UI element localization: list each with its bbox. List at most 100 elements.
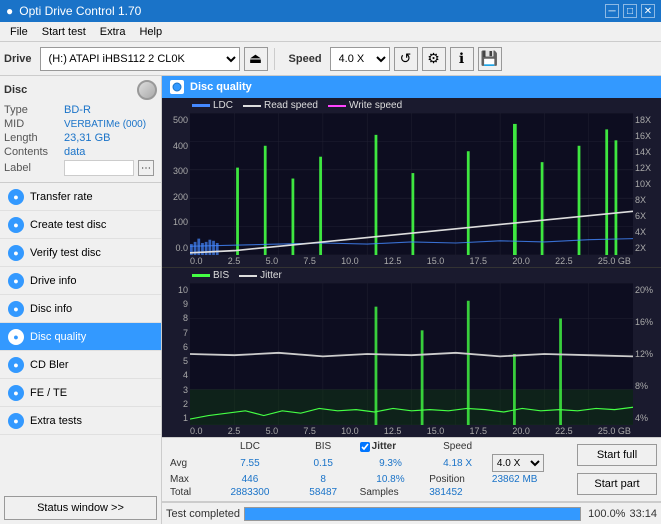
legend-ldc: LDC bbox=[192, 100, 233, 111]
menu-extra[interactable]: Extra bbox=[94, 25, 132, 39]
y2-2: 2 bbox=[164, 399, 188, 409]
drive-select[interactable]: (H:) ATAPI iHBS112 2 CL0K bbox=[40, 47, 240, 71]
position-value: 23862 MB bbox=[490, 473, 573, 486]
row-avg-ldc: 7.55 bbox=[209, 453, 290, 473]
disc-panel: Disc Type BD-R MID VERBATIMe (000) Lengt… bbox=[0, 76, 161, 183]
contents-field: Contents bbox=[4, 146, 60, 158]
y1r-12x: 12X bbox=[635, 163, 659, 173]
row-total-bis: 58487 bbox=[291, 486, 356, 499]
x1-25gb: 25.0 GB bbox=[598, 256, 631, 266]
samples-value: 381452 bbox=[425, 486, 573, 499]
menu-help[interactable]: Help bbox=[133, 25, 168, 39]
sidebar-label-extra-tests: Extra tests bbox=[30, 415, 82, 427]
speed-select-stat[interactable]: 4.0 X bbox=[492, 454, 544, 472]
y1r-2x: 2X bbox=[635, 243, 659, 253]
cd-bler-icon: ● bbox=[8, 357, 24, 373]
start-full-button[interactable]: Start full bbox=[577, 444, 657, 466]
legend-read-speed: Read speed bbox=[243, 100, 318, 111]
label-button[interactable]: ⋯ bbox=[138, 160, 154, 176]
sidebar-item-disc-quality[interactable]: ● Disc quality bbox=[0, 323, 161, 351]
eject-button[interactable]: ⏏ bbox=[244, 47, 268, 71]
col-speed-select bbox=[490, 440, 573, 453]
x1-15: 15.0 bbox=[427, 256, 445, 266]
y2-10: 10 bbox=[164, 285, 188, 295]
y2r-8: 8% bbox=[635, 381, 659, 391]
close-button[interactable]: ✕ bbox=[641, 4, 655, 18]
legend-jitter: Jitter bbox=[239, 270, 282, 281]
status-window-button[interactable]: Status window >> bbox=[4, 496, 157, 520]
x1-5: 5.0 bbox=[266, 256, 279, 266]
sidebar-item-transfer-rate[interactable]: ● Transfer rate bbox=[0, 183, 161, 211]
title-bar: ● Opti Drive Control 1.70 ─ □ ✕ bbox=[0, 0, 661, 22]
x1-22.5: 22.5 bbox=[555, 256, 573, 266]
menu-bar: File Start test Extra Help bbox=[0, 22, 661, 42]
type-value: BD-R bbox=[64, 104, 91, 116]
refresh-button[interactable]: ↺ bbox=[394, 47, 418, 71]
row-avg-speed: 4.18 X bbox=[425, 453, 490, 473]
app-title: Opti Drive Control 1.70 bbox=[19, 4, 141, 18]
legend-write-speed: Write speed bbox=[328, 100, 402, 111]
settings-button[interactable]: ⚙ bbox=[422, 47, 446, 71]
speed-select[interactable]: 4.0 X bbox=[330, 47, 390, 71]
main-content: Disc Type BD-R MID VERBATIMe (000) Lengt… bbox=[0, 76, 661, 524]
right-panel: Disc quality LDC Read speed bbox=[162, 76, 661, 524]
info-button[interactable]: ℹ bbox=[450, 47, 474, 71]
sidebar-label-fe-te: FE / TE bbox=[30, 387, 67, 399]
x2-17.5: 17.5 bbox=[470, 426, 488, 436]
contents-value: data bbox=[64, 146, 85, 158]
jitter-checkbox[interactable] bbox=[360, 442, 370, 452]
y1r-14x: 14X bbox=[635, 147, 659, 157]
row-max-label: Max bbox=[166, 473, 209, 486]
y2-8: 8 bbox=[164, 313, 188, 323]
stats-table: LDC BIS Jitter Speed bbox=[166, 440, 573, 499]
progress-percent: 100.0% bbox=[585, 508, 625, 520]
mid-field: MID bbox=[4, 118, 60, 130]
y1r-4x: 4X bbox=[635, 227, 659, 237]
row-max-jitter: 10.8% bbox=[356, 473, 426, 486]
x2-10: 10.0 bbox=[341, 426, 359, 436]
sidebar-label-cd-bler: CD Bler bbox=[30, 359, 69, 371]
y1-0: 0.0 bbox=[164, 243, 188, 253]
col-speed: Speed bbox=[425, 440, 490, 453]
y1r-10x: 10X bbox=[635, 179, 659, 189]
x2-25gb: 25.0 GB bbox=[598, 426, 631, 436]
y2-7: 7 bbox=[164, 328, 188, 338]
speed-select-cell[interactable]: 4.0 X bbox=[490, 453, 573, 473]
label-input[interactable] bbox=[64, 160, 134, 176]
app-icon: ● bbox=[6, 4, 13, 18]
sidebar-item-create-test-disc[interactable]: ● Create test disc bbox=[0, 211, 161, 239]
y1-200: 200 bbox=[164, 192, 188, 202]
row-avg-label: Avg bbox=[166, 453, 209, 473]
y1-300: 300 bbox=[164, 166, 188, 176]
separator bbox=[274, 48, 275, 70]
save-button[interactable]: 💾 bbox=[478, 47, 502, 71]
minimize-button[interactable]: ─ bbox=[605, 4, 619, 18]
y2r-4: 4% bbox=[635, 413, 659, 423]
row-avg-jitter: 9.3% bbox=[356, 453, 426, 473]
sidebar-item-fe-te[interactable]: ● FE / TE bbox=[0, 379, 161, 407]
chart1-svg bbox=[190, 113, 633, 255]
sidebar-item-verify-test-disc[interactable]: ● Verify test disc bbox=[0, 239, 161, 267]
transfer-rate-icon: ● bbox=[8, 189, 24, 205]
charts-area: LDC Read speed Write speed 500 bbox=[162, 98, 661, 437]
sidebar-item-cd-bler[interactable]: ● CD Bler bbox=[0, 351, 161, 379]
sidebar-item-drive-info[interactable]: ● Drive info bbox=[0, 267, 161, 295]
row-max-ldc: 446 bbox=[209, 473, 290, 486]
length-value: 23,31 GB bbox=[64, 132, 110, 144]
maximize-button[interactable]: □ bbox=[623, 4, 637, 18]
menu-file[interactable]: File bbox=[4, 25, 34, 39]
verify-test-disc-icon: ● bbox=[8, 245, 24, 261]
menu-start-test[interactable]: Start test bbox=[36, 25, 92, 39]
status-btn-label: Status window >> bbox=[37, 502, 124, 514]
y2-6: 6 bbox=[164, 342, 188, 352]
sidebar-menu: ● Transfer rate ● Create test disc ● Ver… bbox=[0, 183, 161, 492]
start-part-button[interactable]: Start part bbox=[577, 473, 657, 495]
sidebar-item-extra-tests[interactable]: ● Extra tests bbox=[0, 407, 161, 435]
x1-10: 10.0 bbox=[341, 256, 359, 266]
sidebar-item-disc-info[interactable]: ● Disc info bbox=[0, 295, 161, 323]
fe-te-icon: ● bbox=[8, 385, 24, 401]
col-jitter-check[interactable]: Jitter bbox=[356, 440, 426, 453]
row-total-label: Total bbox=[166, 486, 209, 499]
sidebar-label-disc-quality: Disc quality bbox=[30, 331, 86, 343]
x1-17.5: 17.5 bbox=[470, 256, 488, 266]
